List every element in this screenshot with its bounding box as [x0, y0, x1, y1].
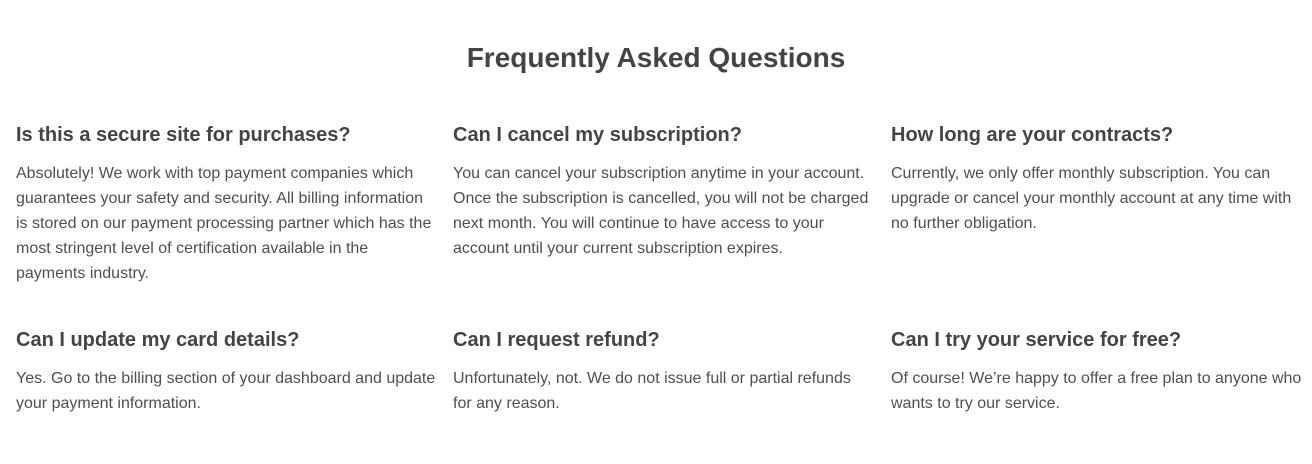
faq-item-contracts: How long are your contracts? Currently, …	[891, 122, 1311, 236]
faq-question: Can I request refund?	[453, 329, 660, 351]
faq-answer: Unfortunately, not. We do not issue full…	[453, 370, 851, 412]
faq-answer: Of course! We’re happy to offer a free p…	[891, 370, 1302, 412]
faq-question: Can I update my card details?	[16, 329, 300, 351]
faq-section: Frequently Asked Questions Is this a sec…	[0, 0, 1312, 464]
faq-title: Frequently Asked Questions	[466, 42, 846, 73]
faq-answer: You can cancel your subscription anytime…	[453, 165, 869, 257]
faq-item-free-trial: Can I try your service for free? Of cour…	[891, 327, 1311, 416]
faq-answer: Yes. Go to the billing section of your d…	[16, 370, 436, 412]
faq-answer: Currently, we only offer monthly subscri…	[891, 165, 1292, 232]
faq-answer: Absolutely! We work with top payment com…	[16, 165, 432, 282]
faq-item-cancel-subscription: Can I cancel my subscription? You can ca…	[453, 122, 873, 261]
faq-question: Can I cancel my subscription?	[453, 124, 742, 146]
faq-question: How long are your contracts?	[891, 124, 1174, 146]
faq-question: Can I try your service for free?	[891, 329, 1182, 351]
faq-item-refund: Can I request refund? Unfortunately, not…	[453, 327, 873, 416]
faq-item-secure-site: Is this a secure site for purchases? Abs…	[16, 122, 436, 286]
faq-item-card-details: Can I update my card details? Yes. Go to…	[16, 327, 436, 416]
faq-question: Is this a secure site for purchases?	[16, 124, 351, 146]
